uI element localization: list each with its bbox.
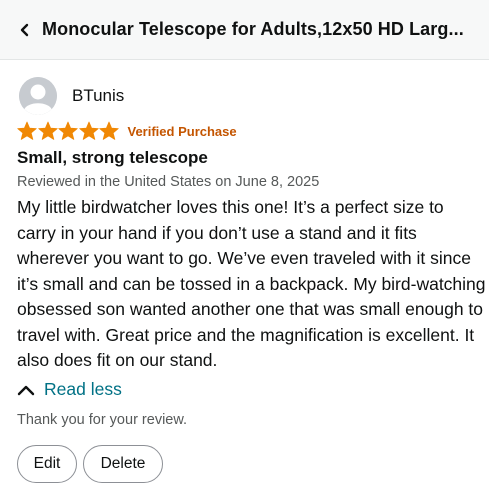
review-body: My little birdwatcher loves this one! It… bbox=[17, 197, 486, 370]
chevron-up-icon bbox=[17, 385, 35, 395]
star-filled-icon bbox=[99, 121, 119, 140]
thank-you-message: Thank you for your review. bbox=[17, 411, 188, 428]
top-bar: Monocular Telescope for Adults,12x50 HD … bbox=[0, 0, 489, 60]
back-button[interactable] bbox=[10, 10, 40, 50]
star-filled-icon bbox=[78, 121, 99, 140]
delete-button[interactable]: Delete bbox=[83, 444, 163, 483]
review-date: Reviewed in the United States on June 8,… bbox=[17, 174, 320, 190]
verified-purchase-badge: Verified Purchase bbox=[127, 123, 237, 139]
avatar bbox=[19, 77, 57, 115]
star-filled-icon bbox=[58, 121, 78, 140]
product-title[interactable]: Monocular Telescope for Adults,12x50 HD … bbox=[42, 19, 482, 40]
user-avatar-icon bbox=[19, 77, 57, 115]
star-rating bbox=[17, 121, 120, 141]
review-actions: Edit Delete bbox=[17, 444, 479, 483]
chevron-left-icon bbox=[20, 23, 29, 36]
review-title: Small, strong telescope bbox=[17, 148, 208, 167]
reviewer-name: BTunis bbox=[72, 86, 125, 105]
read-less-label: Read less bbox=[44, 379, 122, 399]
star-filled-icon bbox=[17, 121, 37, 140]
read-less-link[interactable]: Read less bbox=[17, 377, 479, 403]
star-filled-icon bbox=[37, 121, 58, 140]
reviewer-profile[interactable]: BTunis bbox=[17, 74, 479, 118]
edit-button[interactable]: Edit bbox=[17, 444, 77, 483]
review-card: BTunis Verified Purchase Small, strong t… bbox=[17, 74, 486, 483]
rating-row: Verified Purchase bbox=[17, 120, 479, 142]
